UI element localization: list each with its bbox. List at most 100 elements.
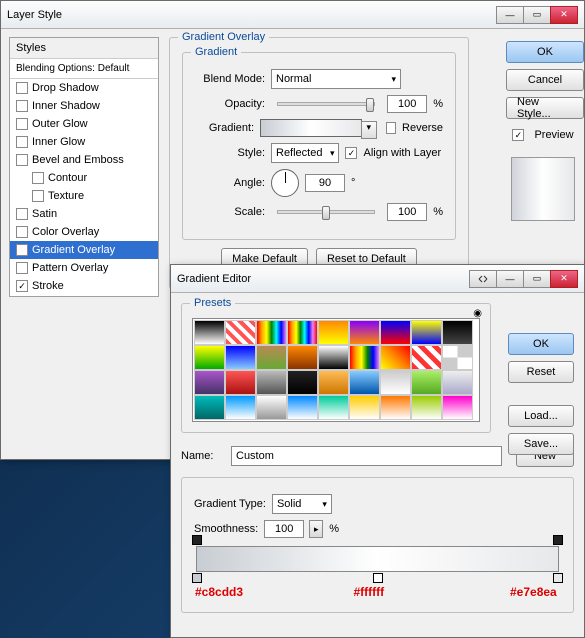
preset-swatch[interactable] [349,345,380,370]
checkbox[interactable] [16,154,28,166]
preset-swatch[interactable] [225,370,256,395]
checkbox[interactable] [16,100,28,112]
preset-swatch[interactable] [256,395,287,420]
styles-header[interactable]: Styles [10,38,158,59]
preset-swatch[interactable] [411,345,442,370]
preset-swatch[interactable] [442,370,473,395]
color-stop[interactable] [192,573,202,583]
preset-swatch[interactable] [411,320,442,345]
styles-item-inner-shadow[interactable]: Inner Shadow [10,97,158,115]
preset-swatch[interactable] [442,395,473,420]
close-icon[interactable]: ✕ [550,6,578,24]
style-select[interactable]: Reflected [271,143,339,163]
gradient-picker[interactable] [260,119,362,137]
layer-style-titlebar[interactable]: Layer Style — ▭ ✕ [1,1,584,29]
preset-swatch[interactable] [287,370,318,395]
preset-swatch[interactable] [380,370,411,395]
presets-menu-icon[interactable]: ◉ [473,308,482,319]
ge-save-button[interactable]: Save... [508,433,574,455]
checkbox[interactable] [16,136,28,148]
styles-item-color-overlay[interactable]: Color Overlay [10,223,158,241]
checkbox[interactable] [16,208,28,220]
opacity-input[interactable]: 100 [387,95,427,113]
styles-item-satin[interactable]: Satin [10,205,158,223]
preset-swatch[interactable] [349,370,380,395]
checkbox[interactable]: ✓ [16,280,28,292]
preset-swatch[interactable] [256,370,287,395]
preset-swatch[interactable] [349,320,380,345]
reverse-checkbox[interactable] [386,122,396,134]
opacity-stop-right[interactable] [553,535,563,545]
preset-swatch[interactable] [318,395,349,420]
preset-swatch[interactable] [442,320,473,345]
checkbox[interactable]: ✓ [16,244,28,256]
preset-swatch[interactable] [442,345,473,370]
align-checkbox[interactable]: ✓ [345,147,357,159]
angle-wheel[interactable] [271,169,299,197]
arrows-icon[interactable] [469,270,497,288]
ge-ok-button[interactable]: OK [508,333,574,355]
ge-reset-button[interactable]: Reset [508,361,574,383]
preset-swatch[interactable] [225,395,256,420]
styles-item-drop-shadow[interactable]: Drop Shadow [10,79,158,97]
preset-swatch[interactable] [194,345,225,370]
preset-swatch[interactable] [380,395,411,420]
blending-options-row[interactable]: Blending Options: Default [10,59,158,79]
styles-item-outer-glow[interactable]: Outer Glow [10,115,158,133]
preset-swatch[interactable] [318,345,349,370]
styles-item-inner-glow[interactable]: Inner Glow [10,133,158,151]
preset-swatch[interactable] [287,320,318,345]
preset-swatch[interactable] [349,395,380,420]
smooth-menu-icon[interactable]: ▸ [309,520,323,538]
preset-swatch[interactable] [225,345,256,370]
ok-button[interactable]: OK [506,41,584,63]
minimize-icon[interactable]: — [496,270,524,288]
blend-mode-select[interactable]: Normal [271,69,401,89]
preset-swatch[interactable] [287,345,318,370]
checkbox[interactable] [32,190,44,202]
minimize-icon[interactable]: — [496,6,524,24]
gradient-editor-titlebar[interactable]: Gradient Editor — ▭ ✕ [171,265,584,293]
cancel-button[interactable]: Cancel [506,69,584,91]
preset-swatch[interactable] [380,320,411,345]
maximize-icon[interactable]: ▭ [523,270,551,288]
preset-swatch[interactable] [225,320,256,345]
preset-swatch[interactable] [194,370,225,395]
styles-item-texture[interactable]: Texture [10,187,158,205]
preset-swatch[interactable] [194,395,225,420]
preview-checkbox[interactable]: ✓ [512,129,524,141]
preset-swatch[interactable] [318,320,349,345]
preset-swatch[interactable] [256,320,287,345]
ge-load-button[interactable]: Load... [508,405,574,427]
new-style-button[interactable]: New Style... [506,97,584,119]
scale-slider[interactable] [277,210,375,214]
preset-swatch[interactable] [380,345,411,370]
styles-item-stroke[interactable]: ✓Stroke [10,277,158,295]
checkbox[interactable] [16,226,28,238]
preset-swatch[interactable] [194,320,225,345]
preset-swatch[interactable] [411,370,442,395]
smooth-input[interactable]: 100 [264,520,304,538]
opacity-stop-left[interactable] [192,535,202,545]
opacity-slider[interactable] [277,102,375,106]
checkbox[interactable] [16,82,28,94]
color-stop[interactable] [373,573,383,583]
styles-item-gradient-overlay[interactable]: ✓Gradient Overlay [10,241,158,259]
color-stop[interactable] [553,573,563,583]
styles-item-contour[interactable]: Contour [10,169,158,187]
scale-input[interactable]: 100 [387,203,427,221]
preset-swatch[interactable] [287,395,318,420]
preset-swatch[interactable] [411,395,442,420]
maximize-icon[interactable]: ▭ [523,6,551,24]
name-input[interactable]: Custom [231,446,502,466]
styles-item-pattern-overlay[interactable]: Pattern Overlay [10,259,158,277]
gradtype-select[interactable]: Solid [272,494,332,514]
gradient-bar[interactable]: #c8cdd3#ffffff#e7e8ea [196,546,559,572]
checkbox[interactable] [16,118,28,130]
angle-input[interactable]: 90 [305,174,345,192]
preset-swatch[interactable] [318,370,349,395]
close-icon[interactable]: ✕ [550,270,578,288]
styles-item-bevel-and-emboss[interactable]: Bevel and Emboss [10,151,158,169]
checkbox[interactable] [16,262,28,274]
checkbox[interactable] [32,172,44,184]
